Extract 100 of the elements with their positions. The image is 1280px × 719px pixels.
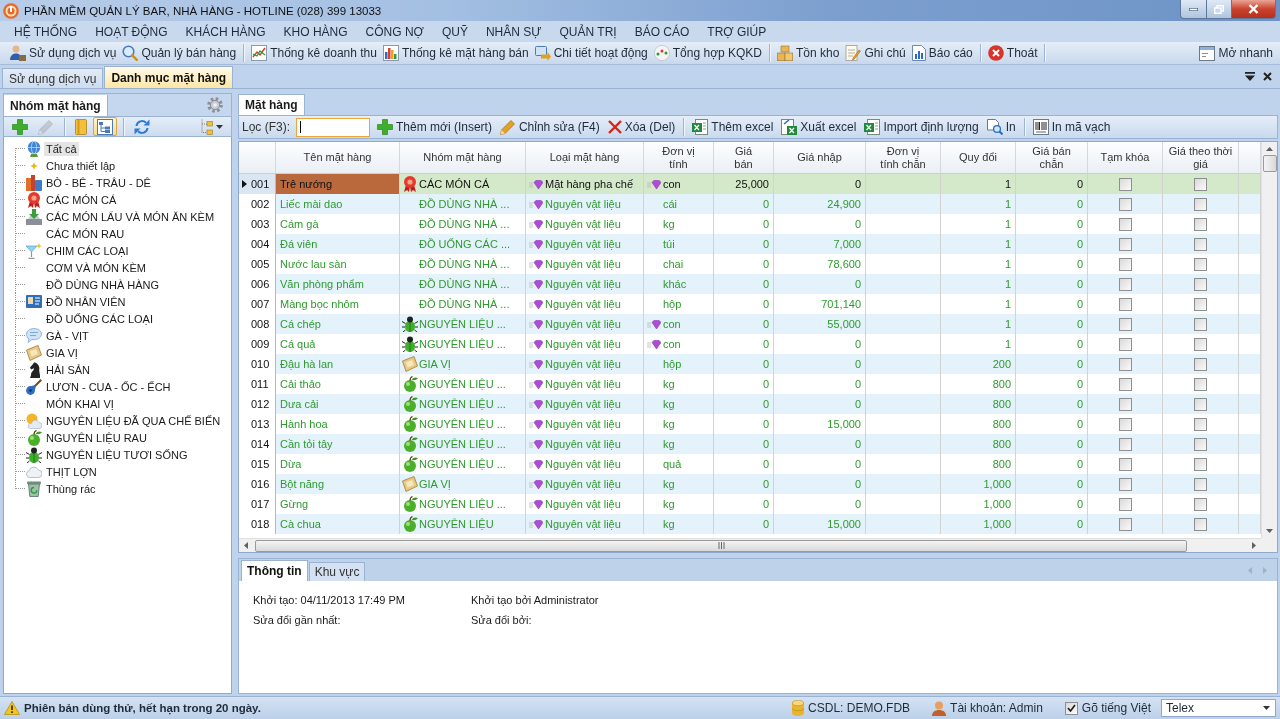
tree-item[interactable]: NGUYÊN LIỆU ĐÃ QUA CHẾ BIẾN xyxy=(44,413,223,428)
column-header[interactable]: Tạm khóa xyxy=(1088,142,1163,173)
detail-tab[interactable]: Thông tin xyxy=(241,560,308,581)
tree-item[interactable]: CƠM VÀ MÓN KÈM xyxy=(44,260,148,275)
tree-item[interactable]: THỊT LỢN xyxy=(44,464,99,479)
menu-item[interactable]: HỆ THỐNG xyxy=(5,24,87,39)
tree-item[interactable]: NGUYÊN LIỆU RAU xyxy=(44,430,149,445)
checkbox[interactable] xyxy=(1118,257,1132,271)
document-tab[interactable]: Danh mục mặt hàng xyxy=(104,66,234,88)
scroll-left-icon[interactable] xyxy=(244,542,248,549)
table-row[interactable]: 010 Đậu hà lan GIA VỊ Nguyên vật liệu hộp 0 0 200 0 xyxy=(239,354,1261,374)
checkbox[interactable] xyxy=(1118,377,1132,391)
checkbox[interactable] xyxy=(1118,237,1132,251)
checkbox[interactable] xyxy=(1118,197,1132,211)
menu-item[interactable]: CÔNG NỢ xyxy=(356,24,433,39)
checkbox[interactable] xyxy=(1118,337,1132,351)
checkbox[interactable] xyxy=(1118,437,1132,451)
checkbox[interactable] xyxy=(1194,197,1207,211)
checkbox[interactable] xyxy=(1194,217,1207,231)
tree-item[interactable]: ĐỒ NHÂN VIÊN xyxy=(44,294,128,309)
checkbox[interactable] xyxy=(1118,357,1132,371)
menu-item[interactable]: NHÂN SỰ xyxy=(476,24,551,39)
close-tab-button[interactable] xyxy=(1263,72,1272,81)
checkbox[interactable] xyxy=(1194,477,1207,491)
checkbox[interactable] xyxy=(1194,397,1207,411)
checkbox[interactable] xyxy=(1118,397,1132,411)
checkbox[interactable] xyxy=(1064,701,1078,715)
toolbar-button[interactable]: Chỉnh sửa (F4) xyxy=(495,117,604,137)
checkbox[interactable] xyxy=(1194,297,1207,311)
tree-item[interactable]: CÁC MÓN RAU xyxy=(44,226,127,241)
checkbox[interactable] xyxy=(1194,417,1207,431)
tree-item[interactable]: LƯƠN - CUA - ỐC - ẾCH xyxy=(44,379,173,394)
checkbox[interactable] xyxy=(1118,457,1132,471)
checkbox[interactable] xyxy=(1118,417,1132,431)
checkbox[interactable] xyxy=(1118,497,1132,511)
checkbox[interactable] xyxy=(1194,277,1207,291)
tree-item[interactable]: CÁC MÓN CÁ xyxy=(44,192,119,207)
column-header[interactable]: Giá theo thời giá xyxy=(1163,142,1239,173)
tree-item[interactable]: MÓN KHAI VỊ xyxy=(44,396,116,411)
panel-tab[interactable]: Nhóm mặt hàng xyxy=(4,95,108,116)
column-header[interactable]: Quy đổi xyxy=(941,142,1016,173)
minimize-button[interactable] xyxy=(1180,0,1206,19)
tree-item[interactable]: Tất cả xyxy=(44,141,79,156)
column-header[interactable]: Đơn vị tính chẵn xyxy=(866,142,941,173)
tree-item[interactable]: CHIM CÁC LOẠI xyxy=(44,243,131,258)
column-header[interactable]: Giá bán xyxy=(714,142,774,173)
scrollbar-thumb[interactable] xyxy=(255,539,1187,552)
horizontal-scrollbar[interactable] xyxy=(239,538,1261,552)
tree-item[interactable]: ĐỒ UỐNG CÁC LOẠI xyxy=(44,311,155,326)
table-row[interactable]: 008 Cá chép NGUYÊN LIỆU ... Nguyên vật liệu con 0 55,000 1 0 xyxy=(239,314,1261,334)
column-header[interactable]: Giá bán chẵn xyxy=(1016,142,1088,173)
tree-item[interactable]: BÒ - BÊ - TRÂU - DÊ xyxy=(44,175,153,190)
checkbox[interactable] xyxy=(1194,357,1207,371)
checkbox[interactable] xyxy=(1194,177,1207,191)
checkbox[interactable] xyxy=(1194,437,1207,451)
toolbar-button[interactable]: Ghi chú xyxy=(842,42,909,64)
table-row[interactable]: 014 Cần tỏi tây NGUYÊN LIỆU ... Nguyên vật liệu kg 0 0 800 0 xyxy=(239,434,1261,454)
toolbar-button[interactable]: Xóa (Del) xyxy=(603,117,680,137)
checkbox[interactable] xyxy=(1194,457,1207,471)
toolbar-button[interactable]: Chi tiết hoạt động xyxy=(531,42,651,64)
toolbar-button[interactable]: Thêm mới (Insert) xyxy=(373,117,496,137)
checkbox[interactable] xyxy=(1194,257,1207,271)
checkbox[interactable] xyxy=(1118,317,1132,331)
toolbar-button[interactable]: Sử dụng dịch vụ xyxy=(7,42,120,64)
column-header[interactable]: Tên mặt hàng xyxy=(276,142,400,173)
tree-item[interactable]: GÀ - VỊT xyxy=(44,328,91,343)
table-row[interactable]: 006 Văn phòng phẩm ĐỒ DÙNG NHÀ ... Nguyên vật liệu khác 0 0 1 0 xyxy=(239,274,1261,294)
menu-item[interactable]: QUỸ xyxy=(432,24,477,39)
column-header[interactable]: Nhóm mặt hàng xyxy=(400,142,526,173)
menu-item[interactable]: HOẠT ĐỘNG xyxy=(86,24,177,39)
tree-item[interactable]: HẢI SẢN xyxy=(44,362,92,377)
quick-open-button[interactable]: Mở nhanh xyxy=(1196,42,1276,64)
table-row[interactable]: 018 Cà chua NGUYÊN LIỆU Nguyên vật liệu kg 0 15,000 1,000 0 xyxy=(239,514,1261,534)
checkbox[interactable] xyxy=(1118,277,1132,291)
scroll-down-icon[interactable] xyxy=(1266,529,1273,533)
toolbar-button[interactable]: Thêm excel xyxy=(688,117,778,137)
close-button[interactable] xyxy=(1232,0,1276,19)
checkbox[interactable] xyxy=(1118,517,1132,531)
toolbar-button[interactable]: Thống kê doanh thu xyxy=(248,42,380,64)
panel-tab[interactable]: Mặt hàng xyxy=(238,94,305,115)
table-row[interactable]: 001 Trê nướng CÁC MÓN CÁ Mặt hàng pha chế con 25,000 0 1 0 xyxy=(239,174,1261,194)
table-row[interactable]: 016 Bột năng GIA VỊ Nguyên vật liệu kg 0 0 1,000 0 xyxy=(239,474,1261,494)
filter-field[interactable] xyxy=(296,117,370,137)
toolbar-button[interactable]: Thống kê mặt hàng bán xyxy=(379,42,532,64)
menu-item[interactable]: QUẢN TRỊ xyxy=(550,24,626,39)
scrollbar-thumb[interactable] xyxy=(1262,155,1277,172)
table-row[interactable]: 004 Đá viên ĐỒ UỐNG CÁC ... Nguyên vật liệu túi 0 7,000 1 0 xyxy=(239,234,1261,254)
column-header[interactable]: Đơn vị tính xyxy=(644,142,714,173)
table-row[interactable]: 002 Liếc mài dao ĐỒ DÙNG NHÀ ... Nguyên vật liệu cái 0 24,900 1 0 xyxy=(239,194,1261,214)
tree-item[interactable]: CÁC MÓN LẨU VÀ MÓN ĂN KÈM xyxy=(44,209,217,224)
checkbox[interactable] xyxy=(1194,317,1207,331)
checkbox[interactable] xyxy=(1194,337,1207,351)
column-header[interactable]: Loại mặt hàng xyxy=(526,142,644,173)
checkbox[interactable] xyxy=(1118,297,1132,311)
table-row[interactable]: 012 Dưa cải NGUYÊN LIỆU ... Nguyên vật liệu kg 0 0 800 0 xyxy=(239,394,1261,414)
checkbox[interactable] xyxy=(1194,377,1207,391)
toolbar-button[interactable]: Thoát xyxy=(984,42,1041,64)
tree-item[interactable]: ĐỒ DÙNG NHÀ HÀNG xyxy=(44,277,162,292)
checkbox[interactable] xyxy=(1118,477,1132,491)
scroll-up-icon[interactable] xyxy=(1266,147,1273,151)
